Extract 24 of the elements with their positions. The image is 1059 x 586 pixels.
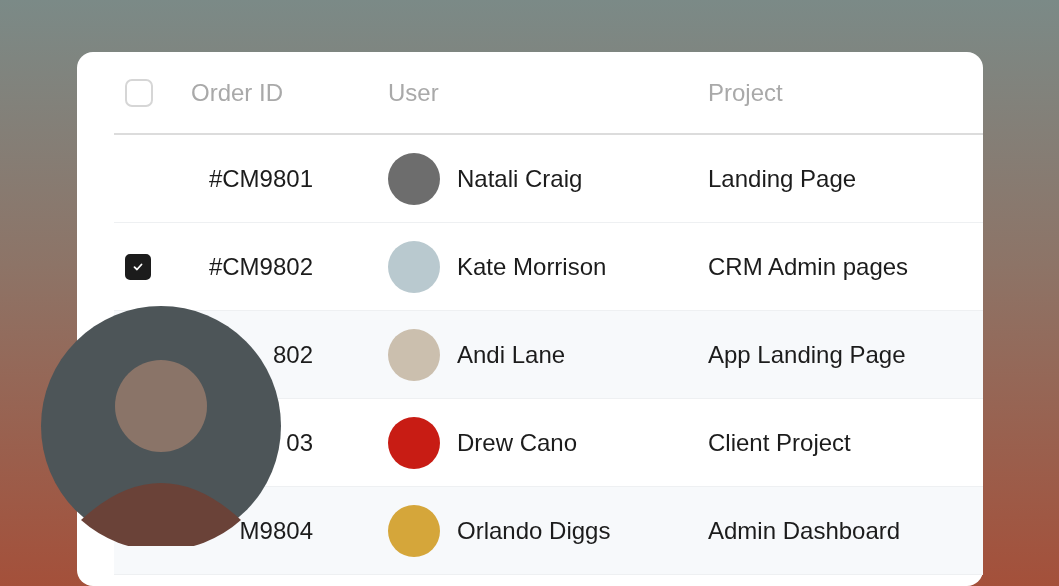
table-cell-text: App Landing Page [708,340,907,369]
user-name: Kate Morrison [457,252,607,281]
table-cell-text: #CM9801 [207,164,313,193]
user-name: Orlando Diggs [457,516,611,545]
column-header[interactable]: Order ID [191,78,313,107]
user-name: Natali Craig [457,164,583,193]
table-cell-text: M9804 [238,516,313,545]
user-avatar [388,416,440,469]
column-header[interactable]: User [388,78,708,107]
table-cell-text: 03 [285,428,313,457]
user-name: Drew Cano [457,428,578,457]
checkbox[interactable] [125,253,151,280]
user-avatar [388,328,440,381]
table-cell-text: Admin Dashboard [708,516,902,545]
user-avatar [388,152,440,205]
table-cell-text: Landing Page [708,164,858,193]
table-cell-text: #CM9802 [207,252,313,281]
column-header[interactable]: Project [708,78,983,107]
user-avatar [388,504,440,557]
table-cell-text: 802 [271,340,313,369]
table-cell-text: CRM Admin pages [708,252,910,281]
user-avatar [388,240,440,293]
table-cell-text: Client Project [708,428,852,457]
user-name: Andi Lane [457,340,566,369]
